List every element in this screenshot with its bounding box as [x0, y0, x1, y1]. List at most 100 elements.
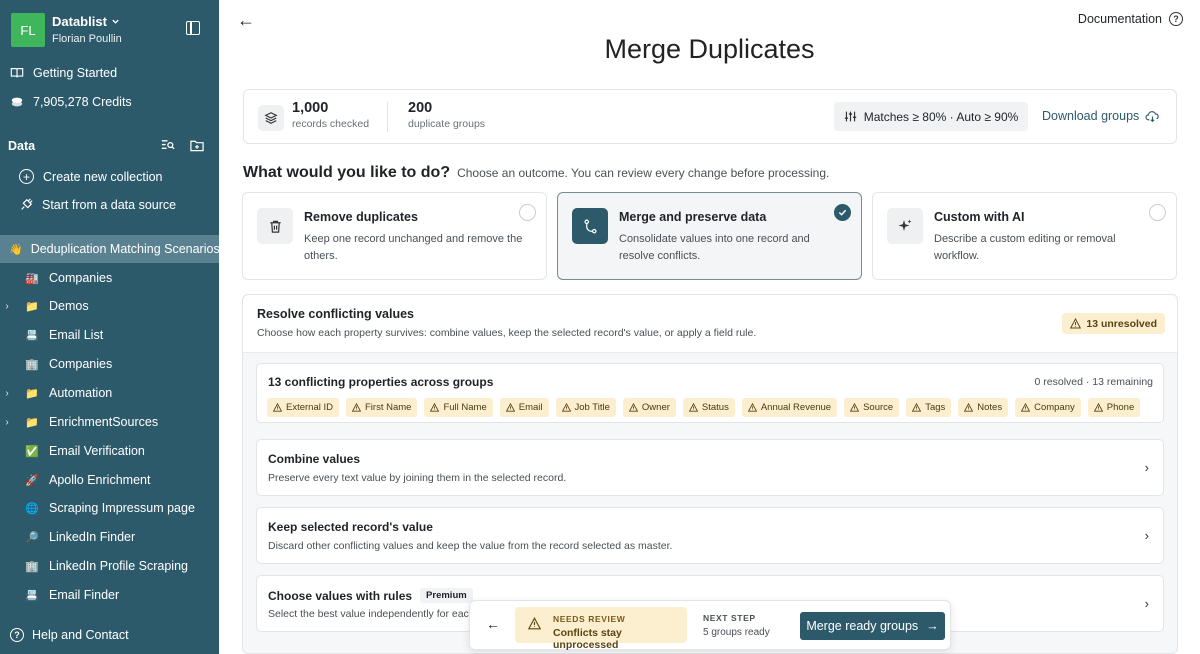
sidebar-item-email-list[interactable]: 📇 Email List [0, 321, 219, 349]
property-chip[interactable]: Status [682, 398, 735, 417]
workspace-switcher[interactable]: FL Datablist Florian Poullin [11, 13, 122, 47]
cloud-download-icon [1145, 110, 1159, 122]
layers-icon [258, 105, 284, 131]
sidebar-collapse-icon[interactable] [186, 21, 200, 35]
warning-icon [352, 403, 361, 412]
property-chip[interactable]: Owner [622, 398, 676, 417]
sidebar-item-automation[interactable]: › 📁 Automation [0, 379, 219, 407]
sidebar-item-scraping-impressum[interactable]: 🌐 Scraping Impressum page [0, 494, 219, 522]
sidebar-item-linkedin-profile-scraping[interactable]: 🏢 LinkedIn Profile Scraping [0, 552, 219, 580]
next-step-label: NEXT STEP [703, 613, 756, 623]
collection-emoji-icon: 🚀 [25, 474, 39, 487]
warning-icon [850, 403, 860, 412]
sparkles-icon [887, 208, 923, 244]
warning-icon [747, 403, 757, 412]
question-circle-icon: ? [1169, 12, 1183, 26]
collection-emoji-icon: ✅ [25, 445, 39, 458]
outcome-radio-checked[interactable] [834, 204, 851, 221]
sidebar-item-deduplication[interactable]: 👋 Deduplication Matching Scenarios [0, 235, 219, 263]
property-chip[interactable]: External ID [267, 398, 339, 417]
arrow-right-icon: → [926, 619, 939, 633]
nav-getting-started[interactable]: Getting Started [10, 66, 117, 80]
chevron-right-icon: › [1144, 460, 1149, 475]
warning-icon [912, 403, 922, 412]
stats-bar: 1,000 records checked 200 duplicate grou… [243, 89, 1177, 144]
trash-icon [257, 208, 293, 244]
outcome-question: What would you like to do? Choose an out… [243, 164, 830, 181]
warning-icon [561, 403, 571, 412]
option-combine-values[interactable]: Combine values Preserve every text value… [256, 439, 1164, 496]
documentation-link[interactable]: Documentation ? [1078, 12, 1183, 26]
section-title: Resolve conflicting values [257, 307, 414, 321]
outcome-radio[interactable] [1149, 204, 1166, 221]
folder-icon: 📁 [25, 300, 39, 313]
collection-emoji-icon: 🏭 [25, 272, 39, 285]
warning-icon [688, 403, 698, 412]
section-subtitle: Choose how each property survives: combi… [257, 327, 757, 339]
property-chip[interactable]: Phone [1087, 398, 1141, 417]
property-chip[interactable]: Annual Revenue [741, 398, 838, 417]
stat-records-checked: 1,000 records checked [292, 100, 370, 131]
collection-emoji-icon: 👋 [9, 243, 23, 256]
folder-icon: 📁 [25, 387, 39, 400]
sidebar-item-demos[interactable]: › 📁 Demos [0, 292, 219, 320]
warning-icon [1093, 403, 1103, 412]
back-arrow-icon[interactable]: ← [237, 10, 255, 31]
chevron-right-icon: › [1144, 596, 1149, 611]
folder-icon: 📁 [25, 416, 39, 429]
search-list-icon[interactable] [160, 138, 175, 153]
collection-emoji-icon: 🔎 [25, 531, 39, 544]
sidebar-item-companies[interactable]: 🏭 Companies [0, 264, 219, 292]
property-chip[interactable]: Email [499, 398, 549, 417]
avatar: FL [11, 13, 45, 47]
sidebar-item-email-finder[interactable]: 📇 Email Finder [0, 581, 219, 609]
main-content: ← Documentation ? Merge Duplicates 1,000… [219, 0, 1200, 654]
warning-icon [628, 403, 638, 412]
unresolved-badge: 13 unresolved [1062, 313, 1165, 334]
outcome-radio[interactable] [519, 204, 536, 221]
warning-icon [273, 403, 282, 412]
property-chip[interactable]: Notes [958, 398, 1009, 417]
workspace-name: Datablist [52, 14, 107, 30]
page-title: Merge Duplicates [604, 34, 815, 64]
property-chip[interactable]: Job Title [555, 398, 616, 417]
outcome-merge-preserve[interactable]: Merge and preserve data Consolidate valu… [557, 192, 862, 280]
nav-credits[interactable]: 7,905,278 Credits [10, 95, 132, 109]
property-chip[interactable]: Full Name [424, 398, 493, 417]
collection-emoji-icon: 🌐 [25, 502, 39, 515]
sidebar-item-apollo-enrichment[interactable]: 🚀 Apollo Enrichment [0, 466, 219, 494]
sidebar-item-companies-2[interactable]: 🏢 Companies [0, 350, 219, 378]
warning-icon [1021, 403, 1031, 412]
warning-icon [528, 617, 541, 630]
workspace-user: Florian Poullin [52, 32, 122, 45]
property-chip[interactable]: First Name [346, 398, 418, 417]
option-keep-selected[interactable]: Keep selected record's value Discard oth… [256, 507, 1164, 564]
create-collection-button[interactable]: + Create new collection [19, 169, 163, 184]
match-threshold-button[interactable]: Matches ≥ 80% · Auto ≥ 90% [834, 102, 1028, 131]
coins-icon [11, 97, 23, 107]
outcome-remove-duplicates[interactable]: Remove duplicates Keep one record unchan… [242, 192, 547, 280]
help-contact-link[interactable]: ? Help and Contact [10, 628, 129, 642]
start-data-source-button[interactable]: Start from a data source [19, 198, 176, 212]
download-groups-link[interactable]: Download groups [1042, 109, 1160, 123]
property-chip[interactable]: Tags [906, 398, 952, 417]
action-footer: ← NEEDS REVIEW Conflicts stay unprocesse… [469, 600, 951, 651]
outcome-custom-ai[interactable]: Custom with AI Describe a custom editing… [872, 192, 1177, 280]
git-merge-icon [572, 208, 608, 244]
property-chips: External ID First Name Full Name Email Job T… [267, 398, 1141, 417]
property-chip[interactable]: Company [1015, 398, 1081, 417]
stat-duplicate-groups: 200 duplicate groups [408, 100, 486, 131]
property-chip[interactable]: Source [844, 398, 900, 417]
sidebar-item-email-verification[interactable]: ✅ Email Verification [0, 437, 219, 465]
add-folder-icon[interactable] [189, 138, 205, 153]
needs-review-notice: NEEDS REVIEW Conflicts stay unprocessed [515, 607, 687, 651]
collection-emoji-icon: 🏢 [25, 358, 39, 371]
sidebar-item-linkedin-finder[interactable]: 🔎 LinkedIn Finder [0, 523, 219, 551]
back-arrow-icon[interactable]: ← [486, 616, 500, 632]
warning-icon [505, 403, 515, 412]
sidebar-item-enrichment-sources[interactable]: › 📁 EnrichmentSources [0, 408, 219, 436]
divider [387, 102, 388, 132]
merge-ready-groups-button[interactable]: Merge ready groups → [800, 612, 945, 640]
warning-icon [1070, 318, 1082, 329]
collection-emoji-icon: 📇 [25, 329, 39, 342]
